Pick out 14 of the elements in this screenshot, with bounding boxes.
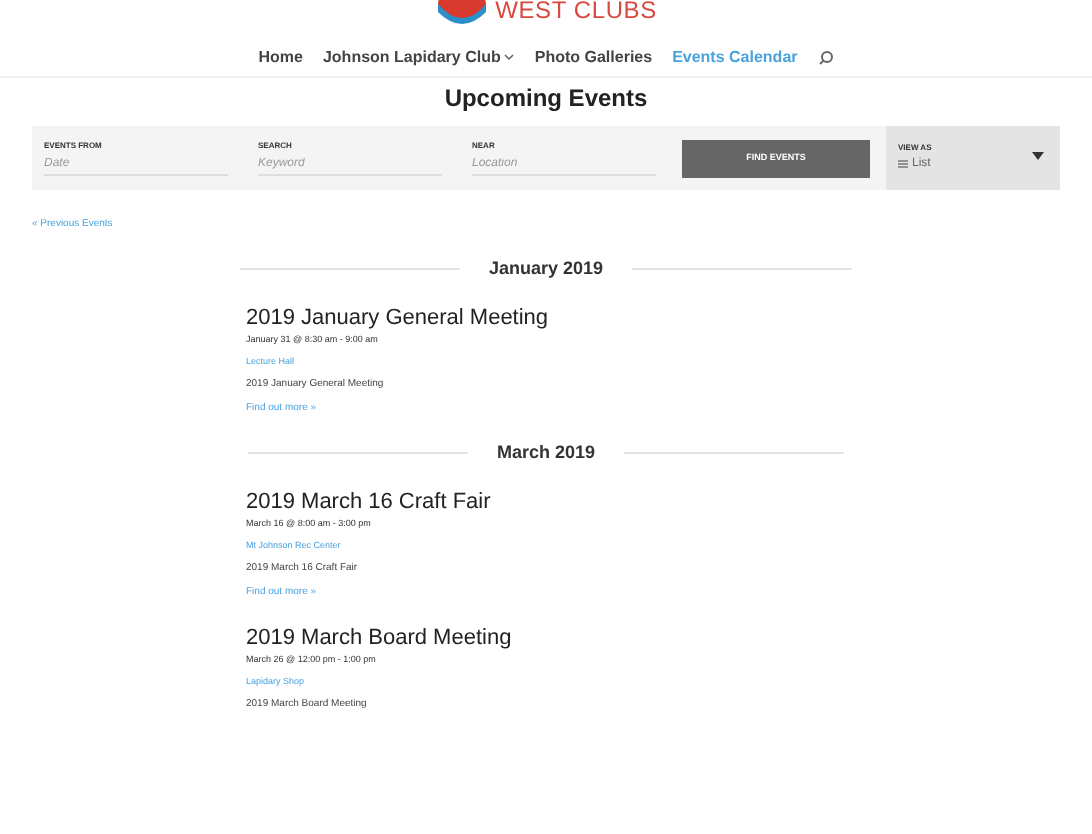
search-icon[interactable] bbox=[817, 49, 834, 65]
event-title[interactable]: 2019 January General Meeting bbox=[246, 304, 1092, 332]
month-heading: January 2019 bbox=[488, 256, 604, 280]
event-title[interactable]: 2019 March Board Meeting bbox=[246, 624, 1092, 652]
nav-link[interactable]: Home bbox=[258, 45, 303, 69]
event-title[interactable]: 2019 March 16 Craft Fair bbox=[246, 488, 1092, 516]
list-icon bbox=[898, 160, 908, 168]
month-heading: March 2019 bbox=[496, 440, 596, 464]
logo-icon bbox=[435, 0, 488, 24]
logo-text: WEST CLUBS bbox=[495, 0, 657, 22]
page-title: Upcoming Events bbox=[442, 82, 650, 114]
nav-link[interactable]: Johnson Lapidary Club bbox=[322, 45, 501, 69]
caret-icon bbox=[1032, 152, 1044, 160]
nav-link[interactable]: Photo Galleries bbox=[534, 45, 653, 69]
